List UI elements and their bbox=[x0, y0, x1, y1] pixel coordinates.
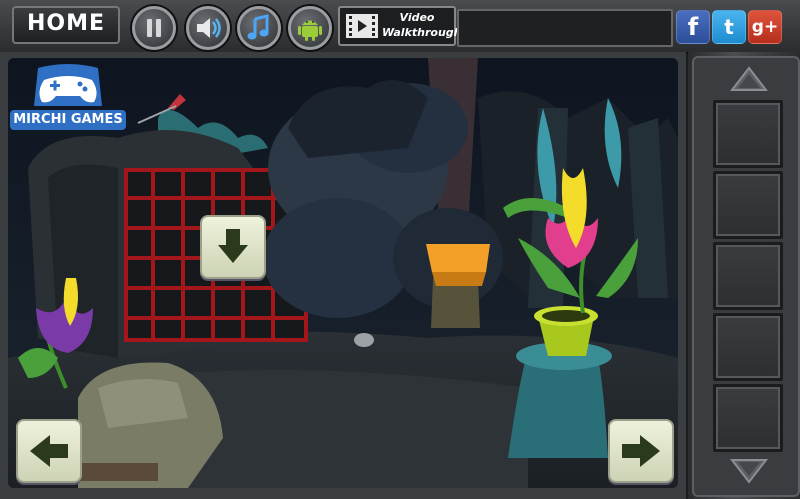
home-button[interactable]: HOME bbox=[12, 6, 120, 44]
mirchi-games-logo: MIRCHI GAMES bbox=[10, 62, 126, 134]
go-down-button[interactable] bbox=[200, 215, 266, 279]
inventory-scroll-up-button[interactable] bbox=[720, 64, 778, 94]
inventory-panel bbox=[688, 52, 800, 499]
arrow-down-icon bbox=[218, 229, 248, 263]
video-walkthrough-button[interactable]: Video Walkthrough bbox=[338, 6, 462, 46]
message-bar bbox=[457, 9, 673, 47]
music-button[interactable] bbox=[237, 6, 281, 50]
video-walkthrough-label: Video Walkthrough bbox=[382, 10, 462, 40]
arrow-left-icon bbox=[30, 435, 68, 467]
android-icon bbox=[298, 20, 322, 41]
video-label-line1: Video bbox=[399, 11, 435, 24]
gamepad-logo-icon bbox=[34, 64, 102, 106]
arrow-right-icon bbox=[622, 435, 660, 467]
twitter-button[interactable]: t bbox=[712, 10, 746, 44]
googleplus-button[interactable]: g+ bbox=[748, 10, 782, 44]
facebook-button[interactable]: f bbox=[676, 10, 710, 44]
inventory-frame bbox=[692, 56, 800, 497]
go-right-button[interactable] bbox=[608, 419, 674, 483]
inventory-slot-4[interactable] bbox=[713, 313, 783, 381]
speaker-icon bbox=[197, 18, 221, 38]
film-icon bbox=[346, 14, 378, 38]
sound-button[interactable] bbox=[186, 6, 230, 50]
inventory-slot-3[interactable] bbox=[713, 242, 783, 310]
android-button[interactable] bbox=[288, 6, 332, 50]
inventory-scroll-down-button[interactable] bbox=[720, 456, 778, 486]
inventory-slot-2[interactable] bbox=[713, 171, 783, 239]
inventory-slot-1[interactable] bbox=[713, 100, 783, 168]
video-label-line2: Walkthrough bbox=[382, 26, 462, 39]
go-left-button[interactable] bbox=[16, 419, 82, 483]
pause-icon bbox=[147, 19, 161, 37]
logo-text: MIRCHI GAMES bbox=[10, 110, 126, 130]
inventory-slot-5[interactable] bbox=[713, 384, 783, 452]
pause-button[interactable] bbox=[132, 6, 176, 50]
music-note-icon bbox=[247, 14, 269, 40]
top-toolbar: HOME Video Walkthrough f t g+ bbox=[0, 0, 800, 54]
